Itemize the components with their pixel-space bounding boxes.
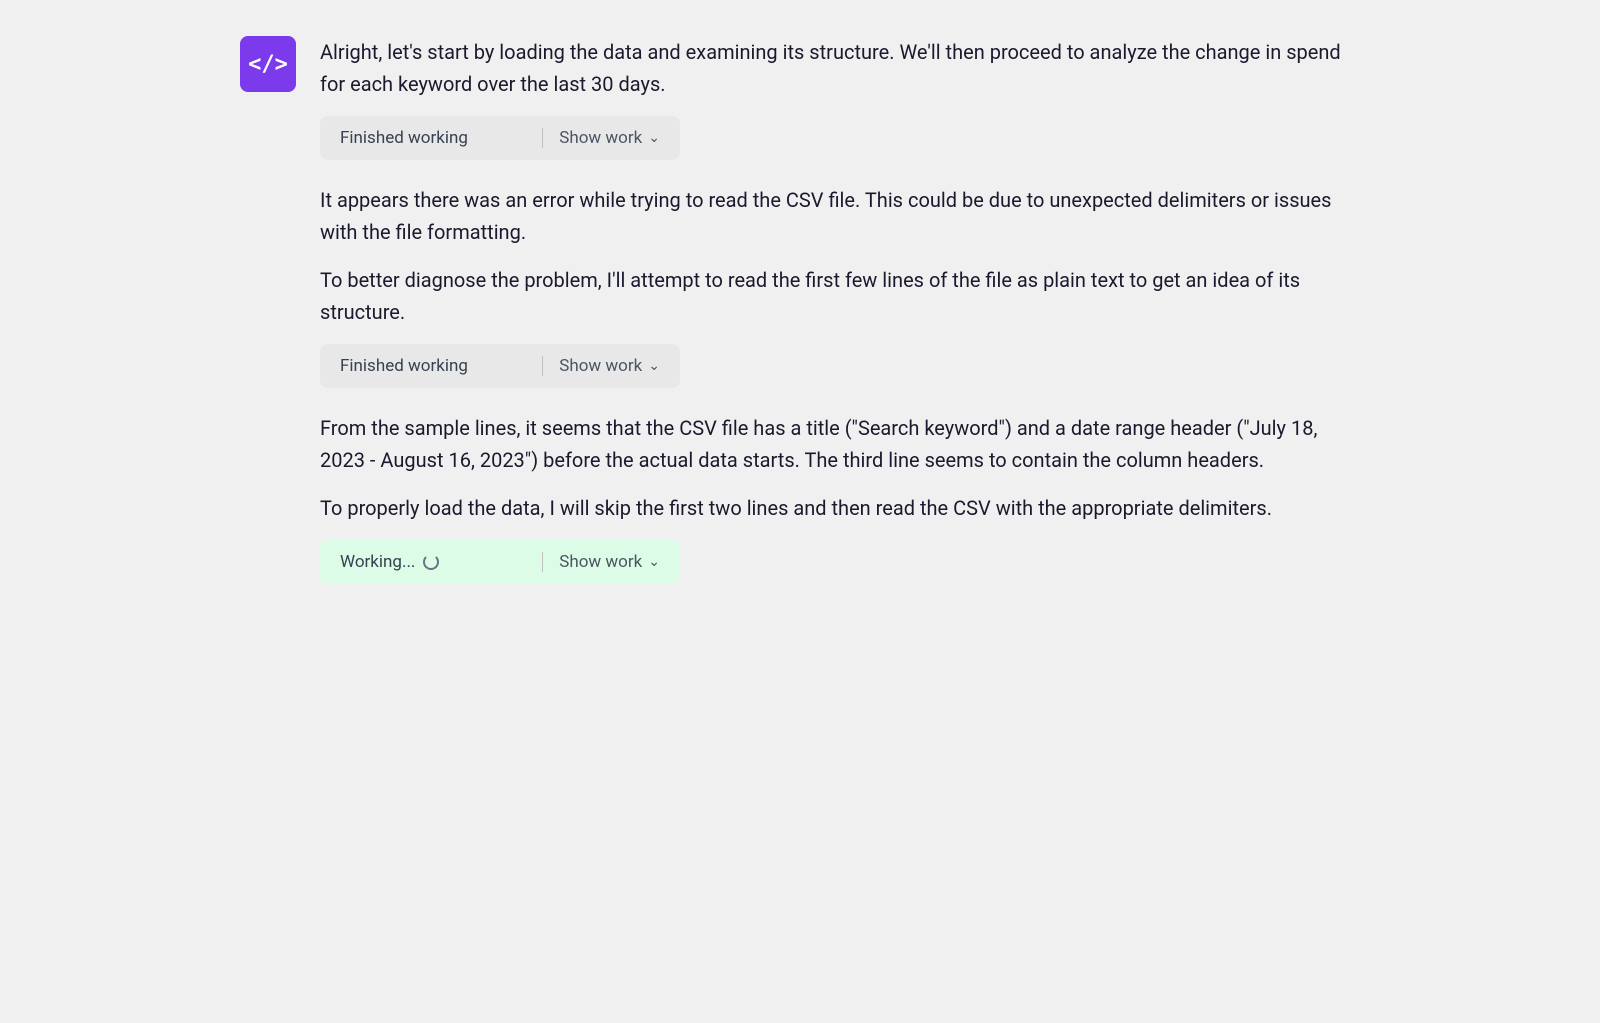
- badge-divider-2: [542, 356, 543, 376]
- chat-container: </> Alright, let's start by loading the …: [200, 0, 1400, 1023]
- show-work-label-1: Show work: [559, 128, 642, 148]
- badge-status-2: Finished working: [340, 356, 526, 376]
- message-text-1: Alright, let's start by loading the data…: [320, 36, 1360, 100]
- chevron-down-icon-3: ⌄: [648, 554, 660, 570]
- ai-icon: </>: [240, 36, 296, 92]
- work-badge-1: Finished working Show work ⌄: [320, 116, 680, 160]
- badge-divider-1: [542, 128, 543, 148]
- message-content-1: Alright, let's start by loading the data…: [320, 32, 1360, 608]
- badge-divider-3: [542, 552, 543, 572]
- working-label: Working...: [340, 552, 415, 572]
- message-text-2: It appears there was an error while tryi…: [320, 184, 1360, 248]
- message-text-4: From the sample lines, it seems that the…: [320, 412, 1360, 476]
- loading-spinner: [423, 554, 439, 570]
- chevron-down-icon-2: ⌄: [648, 358, 660, 374]
- show-work-button-3[interactable]: Show work ⌄: [559, 552, 660, 572]
- message-block-1: </> Alright, let's start by loading the …: [240, 32, 1360, 608]
- badge-status-3: Working...: [340, 552, 526, 572]
- badge-status-1: Finished working: [340, 128, 526, 148]
- show-work-button-2[interactable]: Show work ⌄: [559, 356, 660, 376]
- show-work-label-3: Show work: [559, 552, 642, 572]
- message-text-3: To better diagnose the problem, I'll att…: [320, 264, 1360, 328]
- show-work-label-2: Show work: [559, 356, 642, 376]
- work-badge-2: Finished working Show work ⌄: [320, 344, 680, 388]
- message-text-5: To properly load the data, I will skip t…: [320, 492, 1360, 524]
- work-badge-3: Working... Show work ⌄: [320, 540, 680, 584]
- ai-icon-symbol: </>: [248, 52, 288, 77]
- chevron-down-icon-1: ⌄: [648, 130, 660, 146]
- show-work-button-1[interactable]: Show work ⌄: [559, 128, 660, 148]
